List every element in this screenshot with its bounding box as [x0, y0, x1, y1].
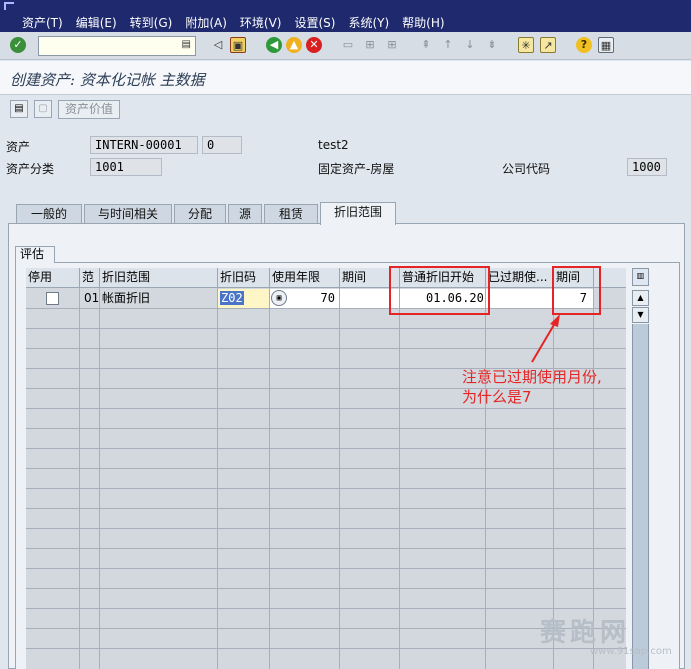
tab-depreciation-areas[interactable]: 折旧范围	[320, 202, 396, 225]
annotation-line-1: 注意已过期使用月份,	[462, 368, 602, 386]
annotation-text: 注意已过期使用月份, 为什么是7	[462, 367, 602, 407]
watermark-logo: 赛跑网	[540, 618, 631, 648]
annotation-line-2: 为什么是7	[462, 388, 532, 406]
watermark-url: www.91sap.com	[590, 646, 672, 657]
annotation-arrow	[531, 314, 560, 363]
